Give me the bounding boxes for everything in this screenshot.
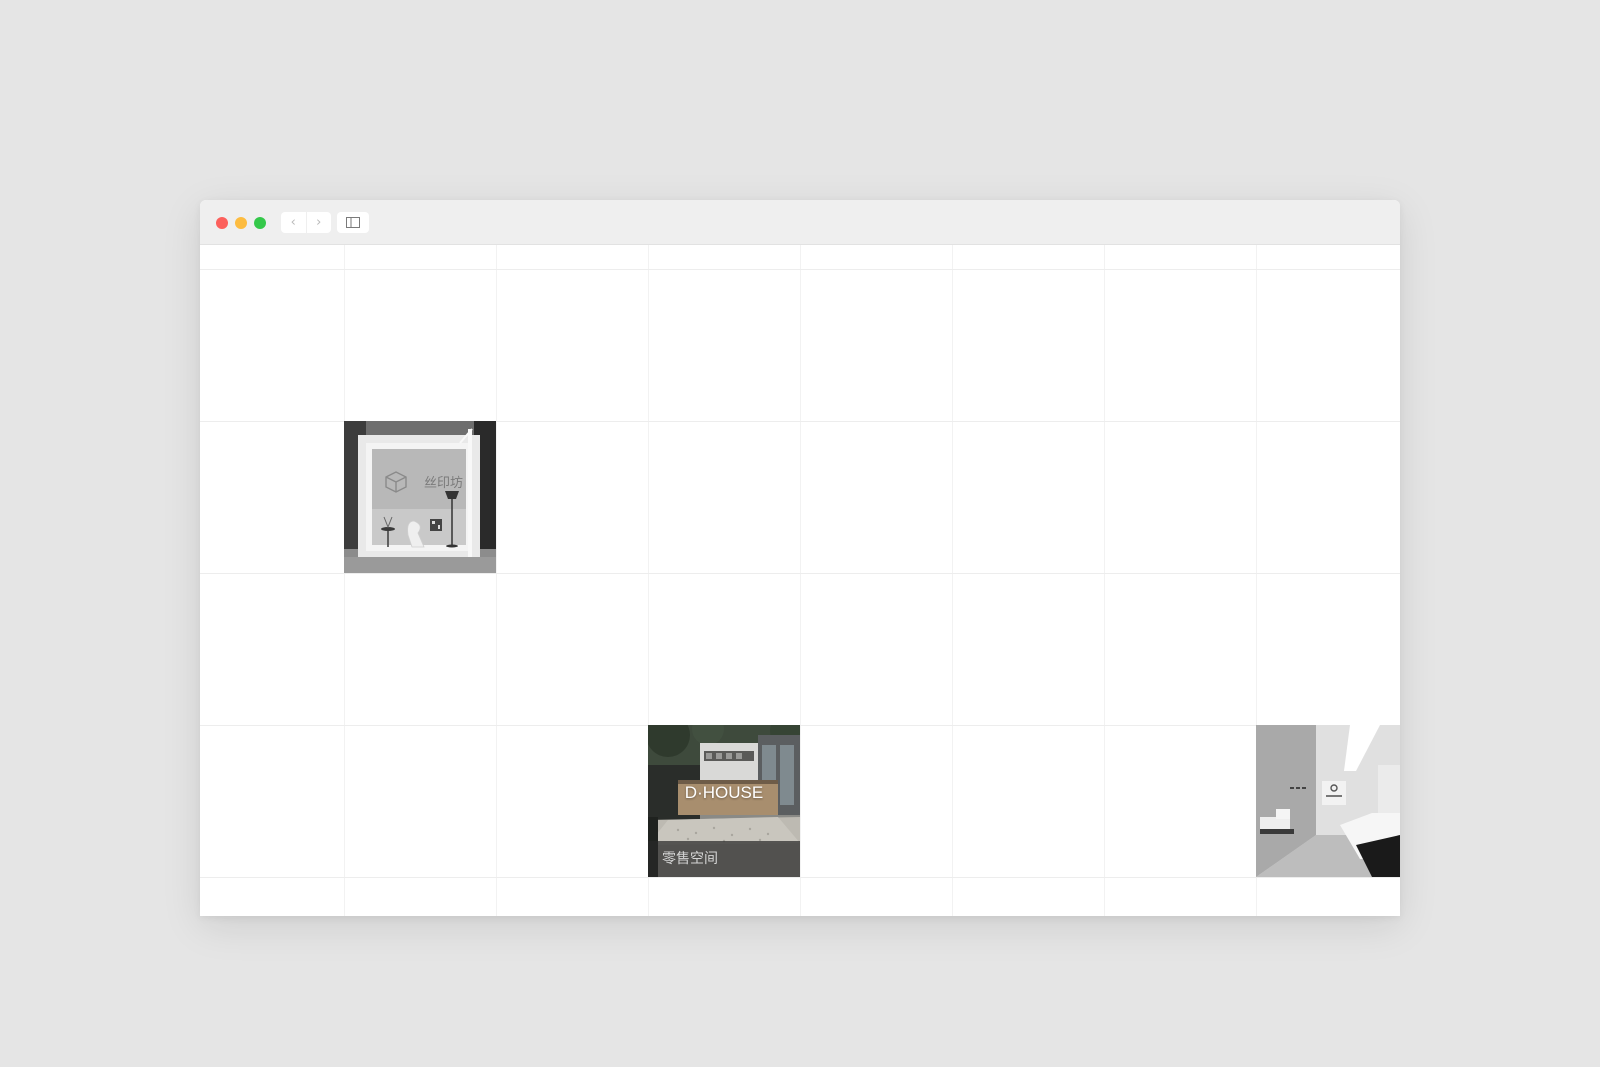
grid-column-line — [952, 245, 953, 916]
page-content-grid: 丝印坊 D·HOUSE 零售空间 — [200, 245, 1400, 916]
project-tile-d-house[interactable]: D·HOUSE 零售空间 — [648, 725, 800, 877]
d-house-caption: 零售空间 — [648, 841, 800, 877]
sidebar-icon — [346, 217, 360, 228]
grid-column-line — [344, 245, 345, 916]
booth-logo-text: 丝印坊 — [424, 476, 463, 491]
d-house-title: D·HOUSE — [684, 783, 764, 802]
project-tile-exhibition-booth[interactable]: 丝印坊 — [344, 421, 496, 573]
navigation-button-group: ‹ › — [281, 212, 331, 233]
minimize-window-button[interactable] — [235, 217, 247, 229]
grid-row-line — [200, 725, 1400, 726]
grid-column-line — [1104, 245, 1105, 916]
grid-row-line — [200, 573, 1400, 574]
sidebar-toggle-button[interactable] — [337, 212, 369, 233]
grid-row-line — [200, 877, 1400, 878]
window-titlebar: ‹ › — [200, 200, 1400, 245]
project-tile-white-showroom[interactable] — [1256, 725, 1400, 877]
browser-window: ‹ › 丝印坊 D·HOUSE 零售空间 — [200, 200, 1400, 916]
grid-column-line — [800, 245, 801, 916]
forward-button[interactable]: › — [305, 212, 332, 233]
exhibition-booth-image: 丝印坊 — [344, 421, 496, 573]
grid-row-line — [200, 269, 1400, 270]
maximize-window-button[interactable] — [254, 217, 266, 229]
back-button[interactable]: ‹ — [281, 212, 306, 233]
chevron-left-icon: ‹ — [290, 215, 296, 230]
close-window-button[interactable] — [216, 217, 228, 229]
grid-column-line — [496, 245, 497, 916]
white-showroom-image — [1256, 725, 1400, 877]
chevron-right-icon: › — [316, 215, 322, 230]
